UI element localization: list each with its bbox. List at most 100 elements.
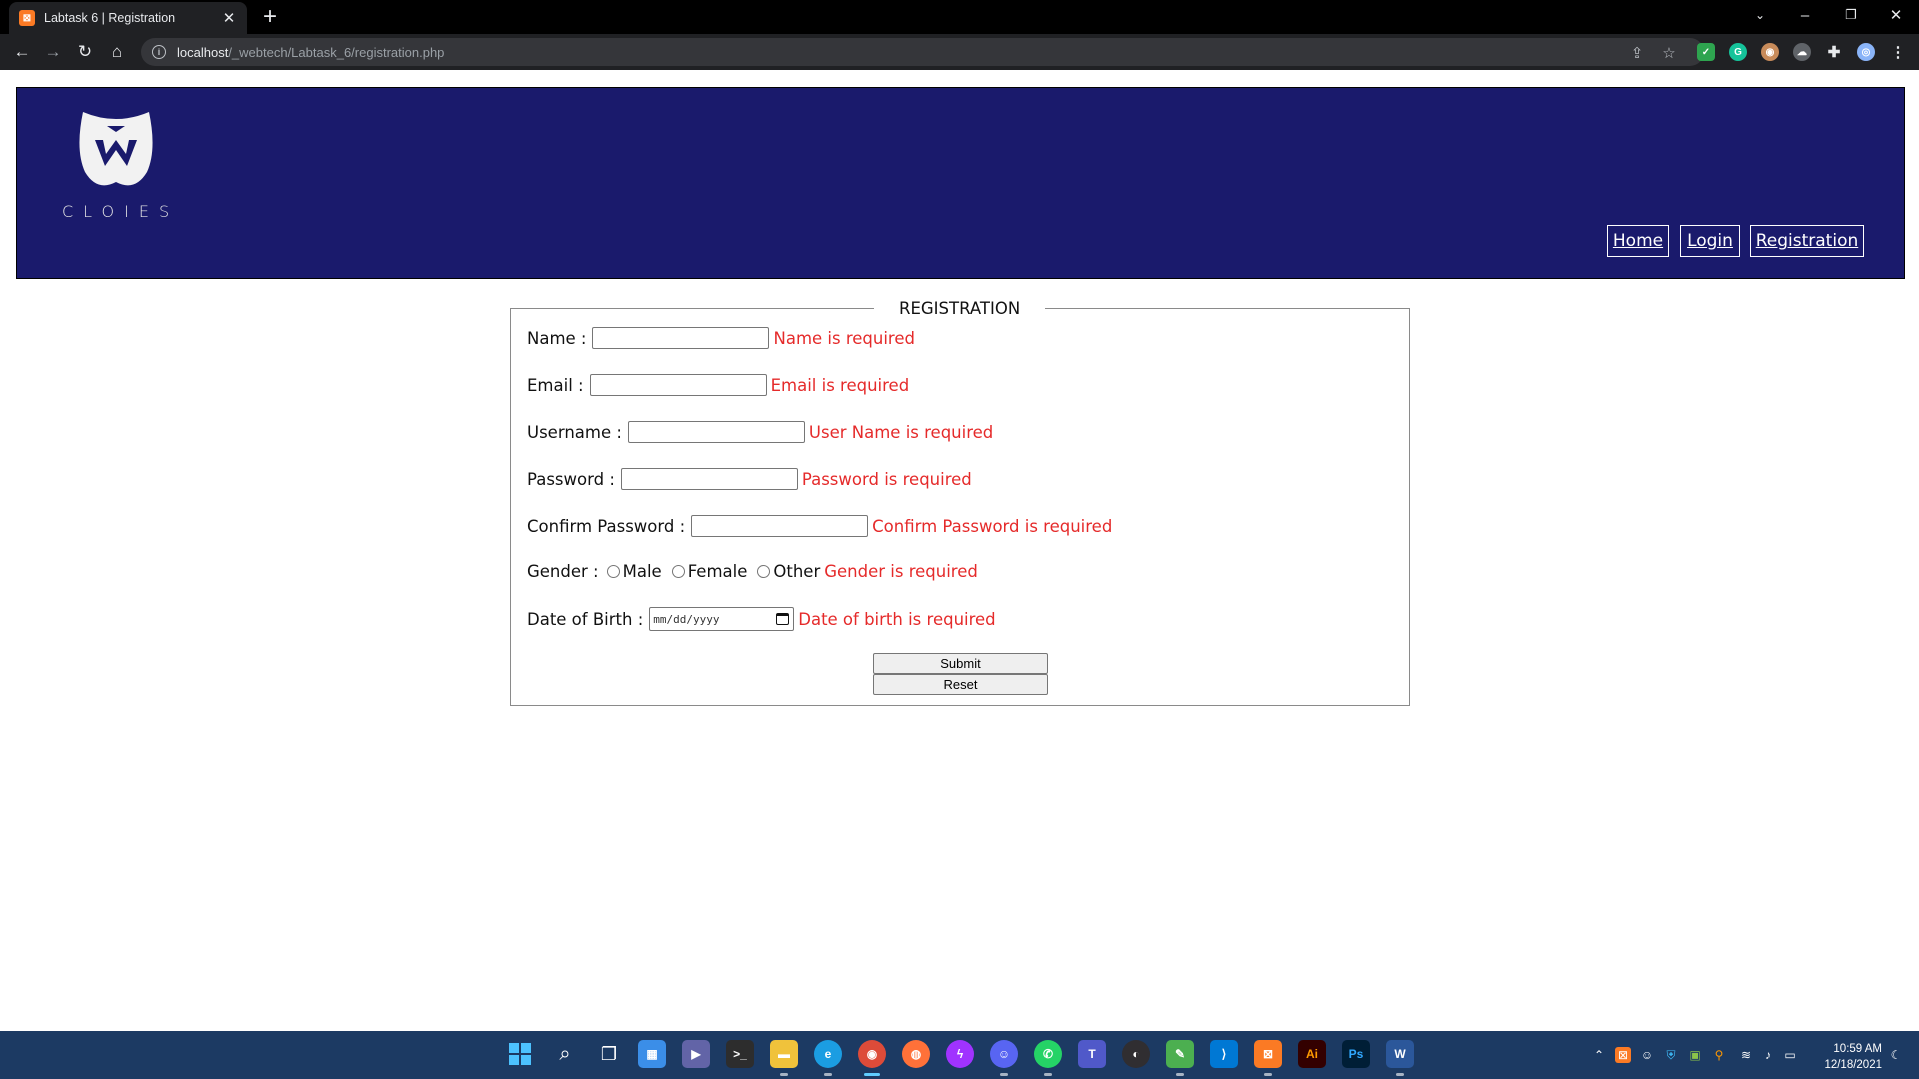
xampp-icon: ⊠	[19, 10, 35, 26]
notepad-icon[interactable]: ✎	[1166, 1040, 1194, 1068]
clock-time: 10:59 AM	[1833, 1043, 1882, 1055]
running-indicator	[1044, 1073, 1052, 1076]
restore-icon[interactable]: ❐	[1828, 0, 1874, 30]
browser-tab[interactable]: ⊠ Labtask 6 | Registration ✕	[9, 2, 247, 34]
close-window-icon[interactable]: ✕	[1873, 0, 1919, 30]
email-input[interactable]	[589, 374, 767, 396]
name-label: Name :	[527, 328, 587, 348]
system-clock[interactable]: 10:59 AM 12/18/2021	[1810, 1041, 1882, 1073]
gender-female-label[interactable]: Female	[688, 562, 748, 581]
minimize-icon[interactable]: –	[1782, 0, 1828, 30]
registration-legend: REGISTRATION	[874, 299, 1046, 318]
notifications-icon[interactable]: ☾	[1888, 1047, 1904, 1063]
clock-date: 12/18/2021	[1824, 1059, 1882, 1071]
address-bar[interactable]: i localhost/_webtech/Labtask_6/registrat…	[141, 38, 1704, 66]
forward-icon[interactable]: →	[40, 39, 66, 65]
extensions-puzzle-icon[interactable]: ✚	[1825, 43, 1843, 61]
logo-mark-icon	[79, 112, 153, 186]
grammarly-extension-icon[interactable]: G	[1729, 43, 1747, 61]
reload-icon[interactable]: ↻	[72, 39, 98, 65]
widgets-icon[interactable]: ▦	[638, 1040, 666, 1068]
bookmark-star-icon[interactable]: ☆	[1659, 43, 1679, 63]
running-indicator	[824, 1073, 832, 1076]
chrome-icon[interactable]: ◉	[858, 1040, 886, 1068]
file-explorer-icon[interactable]: ▬	[770, 1040, 798, 1068]
site-info-icon[interactable]: i	[152, 45, 166, 59]
gender-male-radio[interactable]	[606, 565, 620, 578]
close-tab-icon[interactable]: ✕	[221, 9, 237, 27]
nav-registration-link[interactable]: Registration	[1750, 225, 1864, 257]
tab-search-icon[interactable]: ⌄	[1737, 0, 1783, 30]
edge-icon[interactable]: e	[814, 1040, 842, 1068]
site-header: CLOIES Home Login Registration	[16, 87, 1905, 279]
profile-avatar[interactable]: ◎	[1857, 43, 1875, 61]
browser-toolbar: ← → ↻ ⌂ i localhost/_webtech/Labtask_6/r…	[0, 34, 1919, 70]
submit-button[interactable]: Submit	[873, 653, 1048, 674]
word-icon[interactable]: W	[1386, 1040, 1414, 1068]
tray-xampp-icon[interactable]: ⊠	[1615, 1047, 1631, 1063]
shield-extension-icon[interactable]: ✓	[1697, 43, 1715, 61]
nav-login-link[interactable]: Login	[1680, 225, 1740, 257]
home-icon[interactable]: ⌂	[104, 39, 130, 65]
tray-defender-icon[interactable]: ⛨	[1663, 1047, 1679, 1063]
name-input[interactable]	[592, 327, 770, 349]
avatar-extension-icon[interactable]: ◉	[1761, 43, 1779, 61]
discord-icon[interactable]: ☺	[990, 1040, 1018, 1068]
firefox-icon[interactable]: ◍	[902, 1040, 930, 1068]
gender-row: Gender : Male Female Other Gender is req…	[527, 562, 978, 581]
gender-other-radio[interactable]	[757, 565, 771, 578]
terminal-icon[interactable]: >_	[726, 1040, 754, 1068]
back-icon[interactable]: ←	[9, 39, 35, 65]
gender-other-label[interactable]: Other	[773, 562, 820, 581]
new-tab-icon[interactable]: +	[258, 3, 282, 31]
tab-title: Labtask 6 | Registration	[44, 11, 176, 25]
username-input[interactable]	[627, 421, 805, 443]
gender-female-radio[interactable]	[671, 565, 685, 578]
active-indicator	[864, 1073, 880, 1076]
search-icon[interactable]: ⌕	[551, 1040, 579, 1068]
email-error: Email is required	[770, 375, 910, 395]
gender-label: Gender :	[527, 562, 599, 581]
tray-overflow-icon[interactable]: ⌃	[1591, 1047, 1607, 1063]
dob-error: Date of birth is required	[798, 609, 996, 629]
windows-start-icon[interactable]	[506, 1040, 534, 1068]
password-input[interactable]	[620, 468, 798, 490]
username-row: Username : User Name is required	[527, 421, 993, 443]
dob-input[interactable]: mm/dd/yyyy	[649, 607, 795, 631]
running-indicator	[1264, 1073, 1272, 1076]
browser-menu-icon[interactable]: ⋮	[1889, 43, 1907, 61]
password-error: Password is required	[801, 469, 972, 489]
password-label: Password :	[527, 469, 615, 489]
gender-male-label[interactable]: Male	[623, 562, 662, 581]
reset-button[interactable]: Reset	[873, 674, 1048, 695]
windows-taskbar: ⌕ ❐ ▦ ▶ >_ ▬ e ◉ ◍ ϟ ☺ ✆ T ◐ ✎ ⟩ ⊠ Ai Ps…	[0, 1031, 1919, 1079]
illustrator-icon[interactable]: Ai	[1298, 1040, 1326, 1068]
share-icon[interactable]: ⇪	[1627, 43, 1647, 63]
username-error: User Name is required	[808, 422, 994, 442]
task-view-icon[interactable]: ❐	[595, 1040, 623, 1068]
tray-search-icon[interactable]: ⚲	[1711, 1047, 1727, 1063]
battery-icon[interactable]: ▭	[1782, 1047, 1798, 1063]
messenger-icon[interactable]: ϟ	[946, 1040, 974, 1068]
cloud-extension-icon[interactable]: ☁	[1793, 43, 1811, 61]
chat-icon[interactable]: ▶	[682, 1040, 710, 1068]
xampp-icon[interactable]: ⊠	[1254, 1040, 1282, 1068]
obs-icon[interactable]: ◐	[1122, 1040, 1150, 1068]
teams-icon[interactable]: T	[1078, 1040, 1106, 1068]
nav-home-link[interactable]: Home	[1607, 225, 1669, 257]
photoshop-icon[interactable]: Ps	[1342, 1040, 1370, 1068]
email-row: Email : Email is required	[527, 374, 909, 396]
whatsapp-icon[interactable]: ✆	[1034, 1040, 1062, 1068]
confirm-password-input[interactable]	[691, 515, 869, 537]
vscode-icon[interactable]: ⟩	[1210, 1040, 1238, 1068]
email-label: Email :	[527, 375, 584, 395]
confirm-password-error: Confirm Password is required	[872, 516, 1113, 536]
tray-app-icon[interactable]: ▣	[1687, 1047, 1703, 1063]
site-logo[interactable]: CLOIES	[62, 110, 172, 221]
running-indicator	[1396, 1073, 1404, 1076]
username-label: Username :	[527, 422, 622, 442]
wifi-icon[interactable]: ≋	[1738, 1047, 1754, 1063]
calendar-icon[interactable]	[776, 613, 790, 625]
volume-icon[interactable]: ♪	[1760, 1047, 1776, 1063]
tray-discord-icon[interactable]: ☺	[1639, 1047, 1655, 1063]
